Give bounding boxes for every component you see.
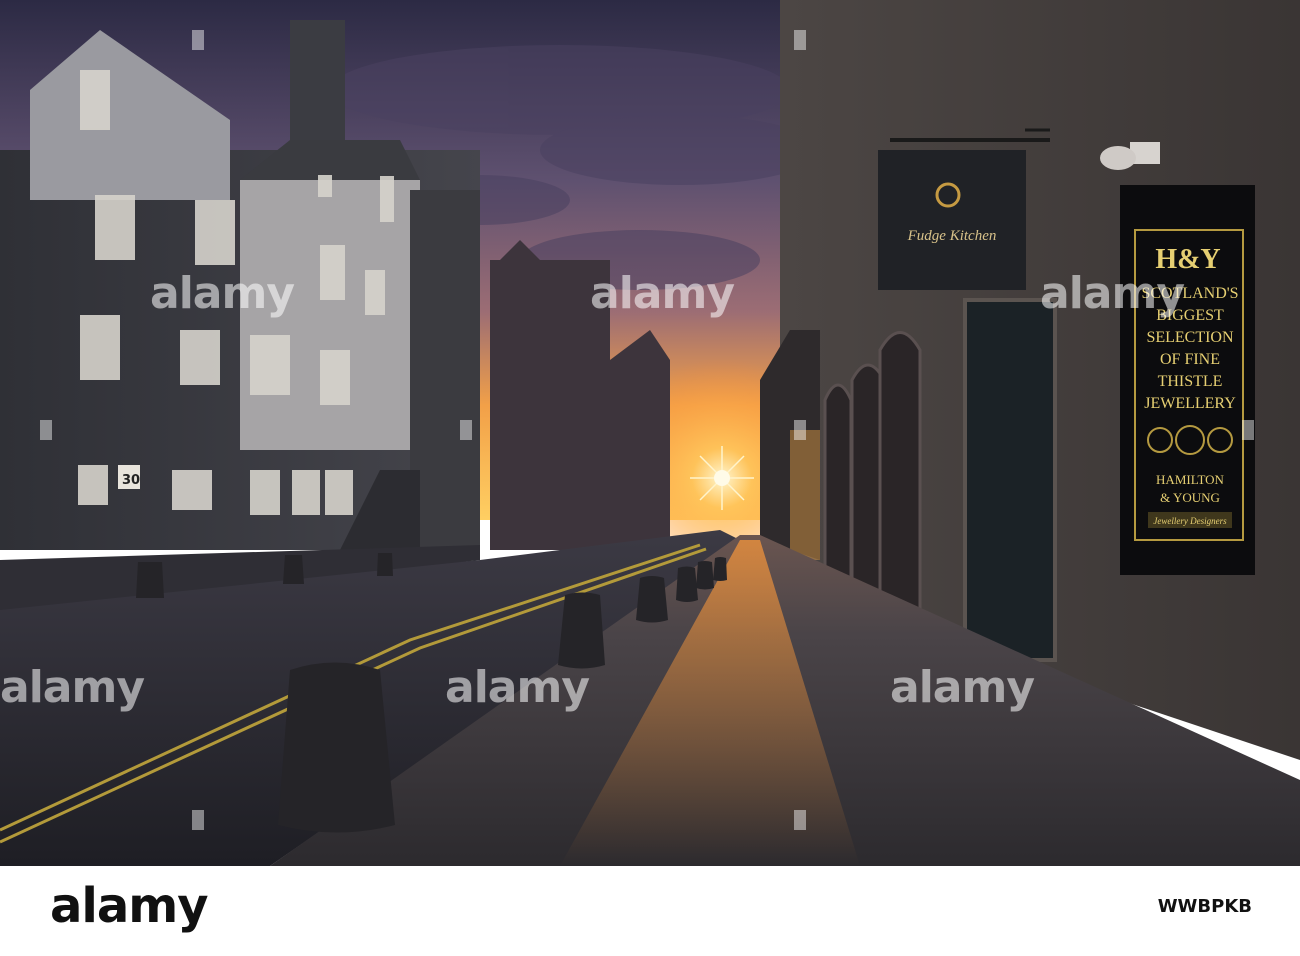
fudge-kitchen-sign: Fudge Kitchen — [878, 128, 1050, 290]
image-id: WWBPKB — [1157, 896, 1252, 917]
jewellery-brand-line-2: & YOUNG — [1160, 490, 1220, 505]
jewellery-sign-line-4: OF FINE — [1160, 351, 1220, 368]
jewellery-tagline: Jewellery Designers — [1153, 516, 1227, 526]
jewellery-sign: H&Y SCOTLAND'S BIGGEST SELECTION OF FINE… — [1120, 185, 1255, 575]
window-number-sign: 30 — [122, 473, 140, 488]
watermark-text: alamy — [590, 268, 735, 319]
watermark-text: alamy — [0, 662, 145, 713]
jewellery-brand-line-1: HAMILTON — [1156, 472, 1225, 487]
watermark-text: alamy — [1040, 268, 1185, 319]
photo-scene: 30 Fudge Kitchen H&Y SCOTLAND'S BIGGEST … — [0, 0, 1300, 866]
jewellery-sign-line-3: SELECTION — [1146, 329, 1234, 346]
footer-bar: alamy WWBPKB — [0, 866, 1300, 956]
watermark-text: alamy — [445, 662, 590, 713]
jewellery-sign-line-5: THISTLE — [1158, 373, 1223, 390]
alamy-logo: alamy — [50, 878, 209, 934]
street-photo: 30 Fudge Kitchen H&Y SCOTLAND'S BIGGEST … — [0, 0, 1300, 866]
watermark-text: alamy — [890, 662, 1035, 713]
watermark-text: alamy — [150, 268, 295, 319]
fudge-kitchen-logo-text: Fudge Kitchen — [907, 228, 997, 244]
jewellery-sign-line-6: JEWELLERY — [1144, 395, 1236, 412]
